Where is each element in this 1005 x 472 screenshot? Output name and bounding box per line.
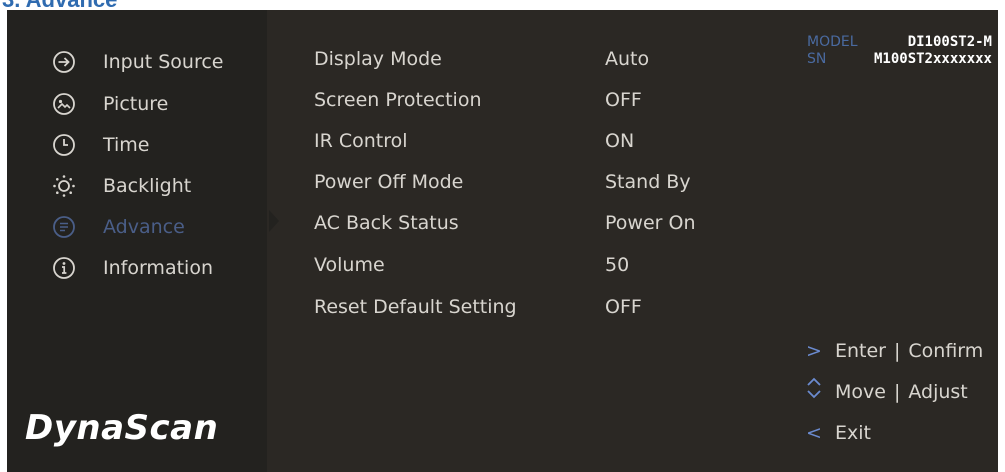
- help-separator: |: [894, 340, 901, 362]
- setting-label-reset-default[interactable]: Reset Default Setting: [314, 290, 517, 324]
- help-exit-label: Exit: [835, 422, 871, 444]
- model-value: DI100ST2-M: [907, 34, 992, 50]
- sidebar-item-backlight[interactable]: Backlight: [51, 168, 261, 204]
- setting-label-ir-control[interactable]: IR Control: [314, 124, 408, 158]
- help-enter-label: Enter: [835, 340, 886, 362]
- setting-label-display-mode[interactable]: Display Mode: [314, 42, 442, 76]
- up-down-chevron-icon: [805, 376, 823, 409]
- clock-icon: [51, 132, 77, 158]
- sidebar-item-label: Information: [103, 257, 213, 279]
- sidebar: Input Source Picture Time Backlight Adva…: [7, 10, 267, 472]
- help-enter-confirm: > Enter | Confirm: [805, 336, 983, 366]
- backlight-icon: [51, 173, 77, 199]
- setting-value-volume[interactable]: 50: [605, 248, 629, 282]
- setting-value-reset-default[interactable]: OFF: [605, 290, 642, 324]
- sidebar-item-advance[interactable]: Advance: [51, 209, 261, 245]
- chevron-right-icon: >: [806, 340, 822, 362]
- device-info: MODEL DI100ST2-M SN M100ST2xxxxxxx: [807, 34, 992, 68]
- chevron-left-icon: <: [806, 422, 822, 444]
- setting-label-power-off-mode[interactable]: Power Off Mode: [314, 165, 463, 199]
- setting-value-ir-control[interactable]: ON: [605, 124, 634, 158]
- setting-label-volume[interactable]: Volume: [314, 248, 385, 282]
- setting-value-ac-back-status[interactable]: Power On: [605, 206, 695, 240]
- sidebar-item-label: Picture: [103, 93, 169, 115]
- osd-menu: Input Source Picture Time Backlight Adva…: [7, 10, 998, 472]
- setting-value-power-off-mode[interactable]: Stand By: [605, 165, 691, 199]
- sidebar-item-picture[interactable]: Picture: [51, 86, 261, 122]
- sidebar-item-label: Time: [103, 134, 150, 156]
- help-exit: < Exit: [805, 418, 871, 448]
- sidebar-item-time[interactable]: Time: [51, 127, 261, 163]
- sn-label: SN: [807, 51, 827, 67]
- info-icon: [51, 255, 77, 281]
- help-move-label: Move: [835, 381, 886, 403]
- model-label: MODEL: [807, 34, 858, 50]
- sidebar-item-information[interactable]: Information: [51, 250, 261, 286]
- page-heading: 3. Advance: [2, 0, 117, 10]
- sidebar-item-input-source[interactable]: Input Source: [51, 44, 261, 80]
- picture-icon: [51, 91, 77, 117]
- help-adjust-label: Adjust: [908, 381, 968, 403]
- setting-label-ac-back-status[interactable]: AC Back Status: [314, 206, 459, 240]
- sidebar-item-label: Advance: [103, 216, 185, 238]
- help-move-adjust: Move | Adjust: [805, 377, 968, 407]
- setting-value-screen-protection[interactable]: OFF: [605, 83, 642, 117]
- sn-value: M100ST2xxxxxxx: [873, 51, 992, 67]
- active-indicator-arrow: [269, 210, 279, 232]
- sidebar-item-label: Input Source: [103, 51, 224, 73]
- setting-label-screen-protection[interactable]: Screen Protection: [314, 83, 481, 117]
- setting-value-display-mode[interactable]: Auto: [605, 42, 649, 76]
- input-source-icon: [51, 49, 77, 75]
- advance-icon: [51, 214, 77, 240]
- help-confirm-label: Confirm: [908, 340, 984, 362]
- dynascan-logo: DynaScan: [25, 408, 219, 448]
- sidebar-item-label: Backlight: [103, 175, 192, 197]
- help-separator: |: [893, 381, 901, 403]
